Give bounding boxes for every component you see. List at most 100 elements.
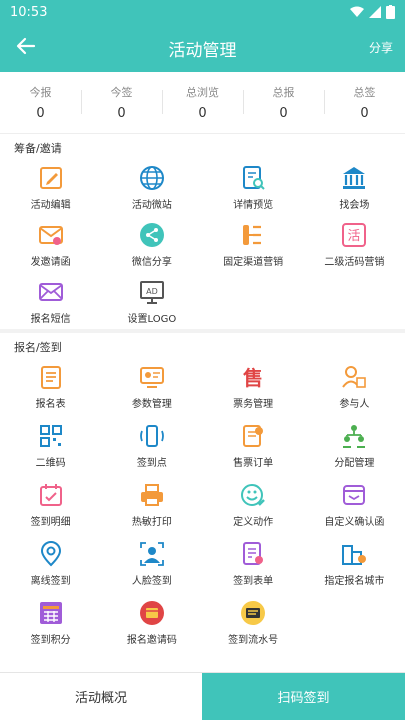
menu-item-checkin-serial[interactable]: 签到流水号 <box>203 593 304 652</box>
printer-icon <box>140 484 163 506</box>
page-title: 活动管理 <box>168 40 237 61</box>
action-icon <box>241 484 266 506</box>
svg-text:AD: AD <box>146 287 158 296</box>
menu-item-label: 详情预览 <box>233 200 274 211</box>
ticket-icon: 售 <box>243 366 263 390</box>
ticket-order-icon <box>243 425 264 447</box>
menu-item-label: 热敏打印 <box>131 517 172 528</box>
checkin-point-icon <box>139 425 164 447</box>
menu-item-label: 签到流水号 <box>228 635 279 646</box>
stat-today-checked-in: 今签 0 <box>81 72 162 133</box>
share-icon <box>139 223 164 247</box>
menu-item-label: 离线签到 <box>30 576 71 587</box>
checkin-form-icon <box>243 542 264 565</box>
points-icon <box>39 602 62 624</box>
invite-mail-icon <box>38 226 63 245</box>
confirm-letter-icon <box>343 485 366 505</box>
stat-label: 总浏览 <box>186 86 219 99</box>
wifi-icon <box>350 6 364 17</box>
stat-value: 0 <box>36 106 45 121</box>
menu-item-micro-site[interactable]: 活动微站 <box>101 158 202 215</box>
menu-item-label: 报名邀请码 <box>126 635 177 646</box>
activity-overview-button[interactable]: 活动概况 <box>0 673 202 720</box>
menu-item-detail-preview[interactable]: 详情预览 <box>203 158 304 215</box>
menu-item-label: 报名表 <box>35 399 66 410</box>
stat-label: 今签 <box>110 86 133 99</box>
preview-icon <box>243 166 265 190</box>
menu-item-checkin-form[interactable]: 签到表单 <box>203 534 304 593</box>
status-bar: 10:53 <box>0 0 405 24</box>
menu-item-label: 二级活码营销 <box>324 257 385 268</box>
stat-value: 0 <box>117 106 126 121</box>
menu-item-set-logo[interactable]: AD 设置LOGO <box>101 272 202 329</box>
menu-item-registration-invite-code[interactable]: 报名邀请码 <box>101 593 202 652</box>
invite-code-icon <box>139 601 164 625</box>
serial-number-icon <box>241 601 266 625</box>
menu-item-label: 签到表单 <box>233 576 274 587</box>
menu-item-offline-checkin[interactable]: 离线签到 <box>0 534 101 593</box>
menu-item-label: 固定渠道营销 <box>223 257 284 268</box>
city-icon <box>342 545 367 565</box>
form-icon <box>40 366 61 389</box>
menu-item-registration-form[interactable]: 报名表 <box>0 357 101 416</box>
menu-item-label: 签到积分 <box>30 635 71 646</box>
stat-total-views: 总浏览 0 <box>162 72 243 133</box>
menu-item-participants[interactable]: 参与人 <box>304 357 405 416</box>
menu-item-label: 活动编辑 <box>30 200 71 211</box>
menu-item-label: 参数管理 <box>131 399 172 410</box>
face-checkin-icon <box>139 542 164 566</box>
channel-icon <box>243 225 262 245</box>
edit-icon <box>39 167 62 189</box>
allocation-icon <box>343 425 366 448</box>
menu-item-label: 签到点 <box>136 458 167 469</box>
menu-item-custom-confirmation[interactable]: 自定义确认函 <box>304 475 405 534</box>
signal-icon <box>369 6 381 18</box>
menu-item-checkin-point[interactable]: 签到点 <box>101 416 202 475</box>
section-title-signup: 报名/签到 <box>14 341 62 354</box>
logo-ad-icon: AD <box>139 281 164 304</box>
status-time: 10:53 <box>10 4 48 20</box>
stat-total-registered: 总报 0 <box>243 72 324 133</box>
menu-item-fixed-channel[interactable]: 固定渠道营销 <box>203 215 304 272</box>
menu-item-label: 二维码 <box>35 458 66 469</box>
participant-icon <box>342 366 367 388</box>
menu-item-thermal-print[interactable]: 热敏打印 <box>101 475 202 534</box>
menu-item-secondary-code[interactable]: 活 二级活码营销 <box>304 215 405 272</box>
prepare-grid: 活动编辑 活动微站 详情预览 找会场 发邀请函 微信分享 固定渠道营销 活 二级… <box>0 158 405 329</box>
menu-item-label: 定义动作 <box>233 517 274 528</box>
menu-item-qrcode[interactable]: 二维码 <box>0 416 101 475</box>
share-button[interactable]: 分享 <box>369 39 393 56</box>
menu-item-label: 指定报名城市 <box>324 576 385 587</box>
qrcode-icon <box>39 425 62 447</box>
menu-item-label: 活动微站 <box>131 200 172 211</box>
menu-item-activity-edit[interactable]: 活动编辑 <box>0 158 101 215</box>
stats-bar: 今报 0 今签 0 总浏览 0 总报 0 总签 0 <box>0 72 405 134</box>
params-icon <box>139 367 164 388</box>
scan-checkin-button[interactable]: 扫码签到 <box>202 673 405 720</box>
section-title-prepare: 筹备/邀请 <box>14 142 62 155</box>
menu-item-face-checkin[interactable]: 人脸签到 <box>101 534 202 593</box>
menu-item-send-invitation[interactable]: 发邀请函 <box>0 215 101 272</box>
menu-item-specify-city[interactable]: 指定报名城市 <box>304 534 405 593</box>
menu-item-wechat-share[interactable]: 微信分享 <box>101 215 202 272</box>
stat-label: 总报 <box>272 86 295 99</box>
menu-item-allocation-management[interactable]: 分配管理 <box>304 416 405 475</box>
battery-icon <box>386 5 395 19</box>
menu-item-ticket-management[interactable]: 售 票务管理 <box>203 357 304 416</box>
menu-item-find-venue[interactable]: 找会场 <box>304 158 405 215</box>
stat-value: 0 <box>360 106 369 121</box>
menu-item-label: 报名短信 <box>30 314 71 325</box>
back-arrow-icon[interactable] <box>14 34 38 58</box>
menu-item-checkin-points[interactable]: 签到积分 <box>0 593 101 652</box>
menu-item-define-action[interactable]: 定义动作 <box>203 475 304 534</box>
menu-item-ticket-orders[interactable]: 售票订单 <box>203 416 304 475</box>
checkin-detail-icon <box>39 484 62 506</box>
menu-item-parameter-management[interactable]: 参数管理 <box>101 357 202 416</box>
signup-grid: 报名表 参数管理 售 票务管理 参与人 二维码 签到点 售票订单 分配管理 签到… <box>0 357 405 652</box>
stat-label: 今报 <box>29 86 52 99</box>
app-header: 活动管理 分享 <box>0 24 405 72</box>
menu-item-label: 分配管理 <box>334 458 375 469</box>
menu-item-checkin-details[interactable]: 签到明细 <box>0 475 101 534</box>
menu-item-registration-sms[interactable]: 报名短信 <box>0 272 101 329</box>
stat-label: 总签 <box>353 86 376 99</box>
